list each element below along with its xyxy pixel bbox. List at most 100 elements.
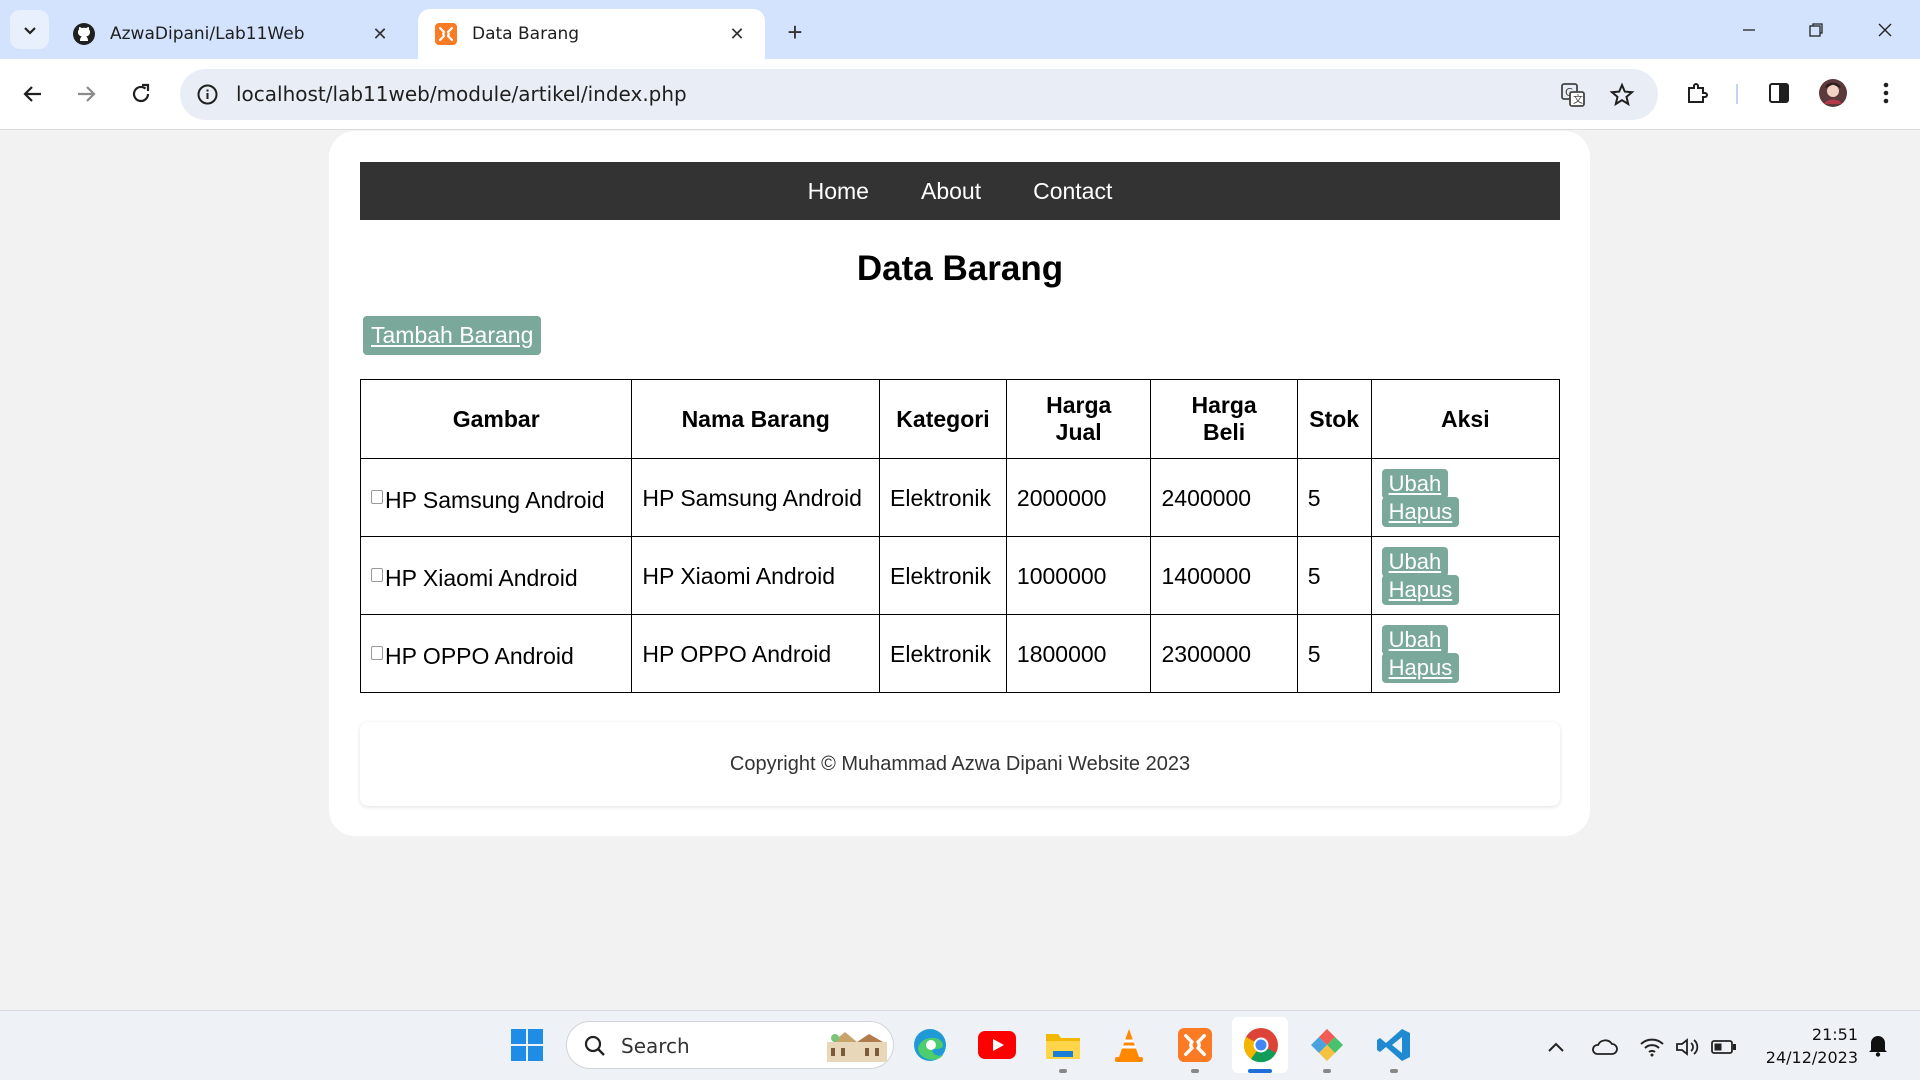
reload-icon [132, 83, 150, 103]
add-item-button[interactable]: Tambah Barang [363, 316, 542, 355]
nav-link-contact[interactable]: Contact [1033, 178, 1112, 205]
table-row: HP Samsung Android HP Samsung Android El… [359, 458, 1561, 537]
extensions-button[interactable] [1681, 76, 1715, 110]
site-navbar: Home About Contact [360, 162, 1560, 220]
arrow-left-icon [23, 86, 41, 102]
cell-nama-barang: HP OPPO Android [631, 614, 880, 693]
running-indicator [1059, 1069, 1067, 1073]
delete-button[interactable]: Hapus [1381, 652, 1460, 683]
restore-icon [1809, 23, 1823, 37]
column-header-kategori: Kategori [879, 379, 1007, 459]
minimize-button[interactable] [1721, 10, 1777, 50]
close-icon[interactable]: ✕ [725, 22, 749, 46]
side-panel-button[interactable] [1762, 76, 1796, 110]
translate-icon[interactable]: G文 [1558, 80, 1588, 110]
cell-gambar: HP Xiaomi Android [359, 536, 633, 615]
cell-stok: 5 [1296, 458, 1372, 537]
site-info-icon[interactable] [194, 81, 221, 108]
address-bar[interactable]: localhost/lab11web/module/artikel/index.… [180, 69, 1658, 120]
cell-stok: 5 [1296, 536, 1372, 615]
image-alt-text: HP OPPO Android [385, 642, 574, 669]
broken-image-icon [371, 645, 383, 660]
kebab-menu-icon [1883, 82, 1889, 104]
bookmark-star-icon[interactable] [1607, 80, 1637, 110]
table-row: HP Xiaomi Android HP Xiaomi Android Elek… [359, 536, 1561, 615]
minimize-icon [1743, 29, 1755, 31]
reload-button[interactable] [122, 75, 160, 113]
page-title: Data Barang [856, 249, 1064, 288]
battery-tray-icon[interactable] [1710, 1035, 1738, 1059]
vlc-icon [1115, 1029, 1143, 1062]
active-indicator [1248, 1069, 1272, 1073]
side-panel-icon [1769, 83, 1789, 103]
tab-github[interactable]: AzwaDipani/Lab11Web ✕ [56, 9, 408, 59]
search-highlight-illustration-icon [827, 1032, 887, 1062]
edit-button[interactable]: Ubah [1381, 624, 1449, 655]
taskbar-vlc[interactable] [1108, 1024, 1150, 1066]
tab-search-button[interactable] [10, 10, 49, 49]
close-icon [1878, 23, 1892, 37]
svg-text:文: 文 [1573, 93, 1583, 106]
folder-icon [1046, 1034, 1080, 1059]
browser-toolbar: localhost/lab11web/module/artikel/index.… [0, 59, 1920, 130]
taskbar-file-explorer[interactable] [1042, 1024, 1084, 1066]
taskbar-edge[interactable] [909, 1024, 951, 1066]
item-image: HP Samsung Android [371, 486, 605, 514]
taskbar-chrome[interactable] [1240, 1024, 1282, 1066]
page-viewport: Home About Contact Data Barang Tambah Ba… [0, 130, 1920, 1010]
cell-gambar: HP Samsung Android [359, 458, 633, 537]
start-button[interactable] [506, 1024, 548, 1066]
url-text[interactable]: localhost/lab11web/module/artikel/index.… [236, 82, 687, 106]
table-header-row: Gambar Nama Barang Kategori Harga Jual H… [359, 379, 1561, 459]
wifi-tray-icon[interactable] [1638, 1035, 1666, 1059]
cell-harga-jual: 1000000 [1005, 536, 1152, 615]
arrow-right-icon [78, 86, 96, 102]
delete-button[interactable]: Hapus [1381, 574, 1460, 605]
cell-harga-jual: 2000000 [1005, 458, 1152, 537]
github-icon [72, 22, 96, 46]
close-icon[interactable]: ✕ [368, 22, 392, 46]
profile-avatar[interactable] [1816, 76, 1850, 110]
battery-icon [1711, 1040, 1736, 1054]
cell-aksi: Ubah Hapus [1370, 458, 1561, 537]
delete-button[interactable]: Hapus [1381, 496, 1460, 527]
tab-title: AzwaDipani/Lab11Web [110, 24, 305, 44]
xampp-icon [1178, 1028, 1212, 1062]
browser-menu-button[interactable] [1869, 76, 1903, 110]
item-image: HP Xiaomi Android [371, 564, 578, 592]
taskbar-clock[interactable]: 21:51 24/12/2023 [1752, 1023, 1858, 1069]
nav-link-about[interactable]: About [921, 178, 981, 205]
taskbar-xampp[interactable] [1174, 1024, 1216, 1066]
tab-data-barang[interactable]: Data Barang ✕ [418, 9, 765, 59]
cell-aksi: Ubah Hapus [1370, 614, 1561, 693]
volume-tray-icon[interactable] [1674, 1035, 1702, 1059]
windows-taskbar: Search 21:51 24/12/2023 [0, 1010, 1920, 1080]
back-button[interactable] [14, 75, 52, 113]
taskbar-search[interactable]: Search [566, 1021, 894, 1069]
cell-stok: 5 [1296, 614, 1372, 693]
taskbar-git-app[interactable] [1306, 1024, 1348, 1066]
forward-button[interactable] [67, 75, 105, 113]
column-header-stok: Stok [1296, 379, 1372, 459]
edit-button[interactable]: Ubah [1381, 468, 1449, 499]
chevron-down-icon [23, 26, 36, 35]
close-window-button[interactable] [1857, 10, 1913, 50]
wifi-icon [1640, 1038, 1664, 1057]
nav-link-home[interactable]: Home [808, 178, 869, 205]
new-tab-button[interactable]: + [778, 15, 812, 49]
youtube-icon [978, 1031, 1016, 1059]
notifications-button[interactable] [1864, 1033, 1892, 1057]
taskbar-vscode[interactable] [1373, 1024, 1415, 1066]
column-header-nama-barang: Nama Barang [631, 379, 880, 459]
image-alt-text: HP Xiaomi Android [385, 564, 578, 591]
restore-button[interactable] [1788, 10, 1844, 50]
taskbar-youtube[interactable] [976, 1024, 1018, 1066]
edit-button[interactable]: Ubah [1381, 546, 1449, 577]
gitkraken-icon [1311, 1029, 1343, 1061]
show-hidden-icons-button[interactable] [1542, 1035, 1570, 1059]
cell-nama-barang: HP Samsung Android [631, 458, 880, 537]
column-header-harga-jual: Harga Jual [1005, 379, 1152, 459]
chevron-up-icon [1548, 1042, 1564, 1052]
onedrive-tray-icon[interactable] [1590, 1035, 1618, 1059]
browser-tab-bar: AzwaDipani/Lab11Web ✕ Data Barang ✕ + [0, 0, 1920, 59]
